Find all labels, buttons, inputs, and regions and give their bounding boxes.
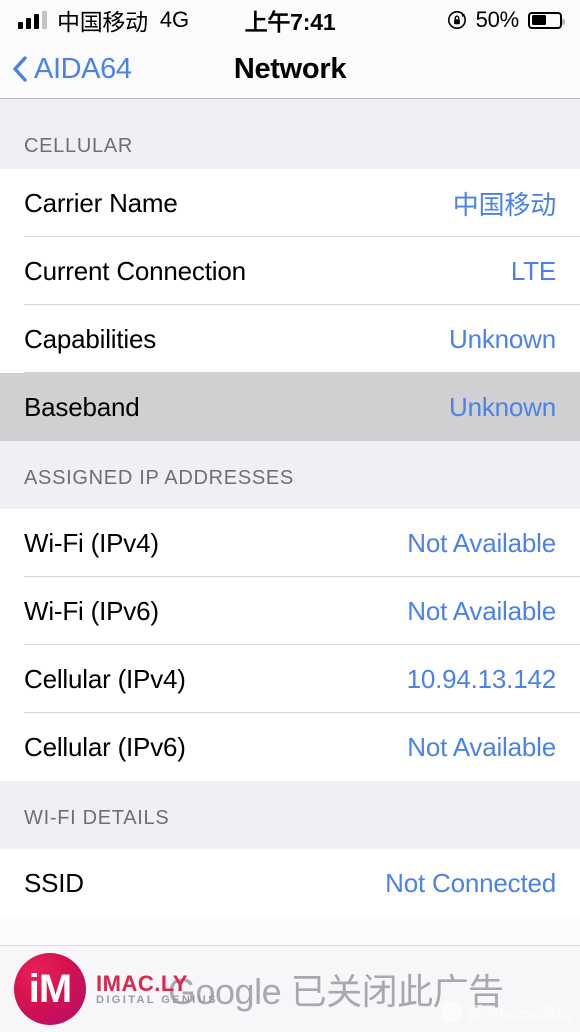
table-row[interactable]: Wi-Fi (IPv6) Not Available [0,577,580,645]
row-value: Not Available [407,595,556,626]
row-value: 中国移动 [452,189,556,220]
table-row[interactable]: Cellular (IPv4) 10.94.13.142 [0,645,580,713]
navigation-bar: AIDA64 Network [0,40,580,99]
row-label: SSID [24,867,84,898]
row-label: Cellular (IPv6) [24,731,186,762]
corner-watermark-label: 爱iPhone论坛 [467,1004,572,1023]
chevron-left-icon [12,55,28,83]
table-row[interactable]: SSID Not Connected [0,849,580,917]
site-watermark: iM IMAC.LY DIGITAL GENIUS [14,953,218,1025]
section-header-label: ASSIGNED IP ADDRESSES [24,467,294,489]
row-value: Not Connected [385,867,556,898]
section-header-wifi-details: WI-FI DETAILS [0,781,580,849]
back-button[interactable]: AIDA64 [0,53,132,86]
section-header-cellular: CELLULAR [0,99,580,169]
corner-watermark: 爱iPhone论坛 [441,999,572,1024]
row-value: 10.94.13.142 [406,663,557,694]
status-bar: 中国移动 4G 上午7:41 50% [0,0,580,40]
table-row[interactable]: Cellular (IPv6) Not Available [0,713,580,781]
watermark-subtitle: DIGITAL GENIUS [96,993,218,1006]
back-button-label: AIDA64 [34,52,132,85]
phone-screen: 中国移动 4G 上午7:41 50% AIDA64 Network CELLUL… [0,0,580,1032]
row-label: Wi-Fi (IPv6) [24,595,159,626]
row-value: Not Available [407,527,556,558]
settings-list: CELLULAR Carrier Name 中国移动 Current Conne… [0,99,580,917]
row-value: Unknown [449,391,556,422]
cellular-signal-icon [18,11,47,29]
section-header-label: WI-FI DETAILS [24,807,170,829]
row-value: Not Available [407,731,556,762]
corner-watermark-icon [441,1001,462,1022]
watermark-logo-icon: iM [14,953,86,1025]
watermark-wordmark: IMAC.LY DIGITAL GENIUS [96,972,218,1007]
section-header-assigned-ip-addresses: ASSIGNED IP ADDRESSES [0,441,580,509]
battery-icon [528,11,565,29]
row-label: Current Connection [24,255,246,286]
rotation-lock-icon [447,10,467,30]
table-row[interactable]: Current Connection LTE [0,237,580,305]
row-value: Unknown [449,323,556,354]
section-header-label: CELLULAR [24,135,133,157]
row-label: Cellular (IPv4) [24,663,186,694]
row-label: Wi-Fi (IPv4) [24,527,159,558]
table-row[interactable]: Capabilities Unknown [0,305,580,373]
status-bar-right: 50% [290,7,565,33]
status-carrier-label: 中国移动 [57,9,148,35]
table-row[interactable]: Wi-Fi (IPv4) Not Available [0,509,580,577]
status-bar-left: 中国移动 4G [18,3,290,37]
status-network-type: 4G [159,7,190,32]
row-label: Capabilities [24,323,157,354]
battery-percent-label: 50% [475,7,520,32]
row-value: LTE [510,255,556,286]
row-label: Baseband [24,391,140,422]
ad-banner[interactable]: Google 已关闭此广告 iM IMAC.LY DIGITAL GENIUS … [0,945,580,1032]
watermark-title: IMAC.LY [96,970,188,996]
row-label: Carrier Name [24,187,178,218]
table-row[interactable]: Carrier Name 中国移动 [0,169,580,237]
table-row-selected[interactable]: Baseband Unknown [0,373,580,441]
